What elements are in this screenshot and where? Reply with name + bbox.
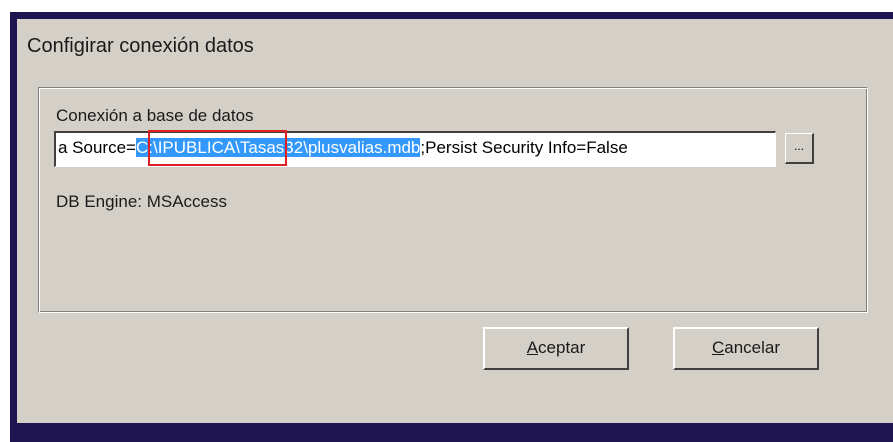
accept-label: ceptar <box>538 338 586 357</box>
db-engine-label: DB Engine: MSAccess <box>56 192 228 211</box>
dialog-title: Configirar conexión datos <box>27 35 254 57</box>
connection-string-selected: C:\IPUBLICA\Tasas32\plusvalias.mdb <box>135 138 421 157</box>
cancel-mnemonic: C <box>711 338 725 357</box>
connection-label: Conexión a base de datos <box>56 106 254 125</box>
accept-button[interactable]: Aceptar <box>483 327 629 370</box>
cancel-button[interactable]: Cancelar <box>673 327 819 370</box>
connection-string-suffix: ;Persist Security Info=False <box>420 138 628 157</box>
connection-string-input[interactable]: a Source=C:\IPUBLICA\Tasas32\plusvalias.… <box>54 131 776 167</box>
cancel-label: ancelar <box>724 338 781 357</box>
browse-button[interactable]: ... <box>785 133 814 164</box>
accept-mnemonic: A <box>526 338 539 357</box>
connection-string-prefix: a Source= <box>58 138 136 157</box>
title-bar[interactable]: Configirar conexión datos <box>17 19 893 75</box>
